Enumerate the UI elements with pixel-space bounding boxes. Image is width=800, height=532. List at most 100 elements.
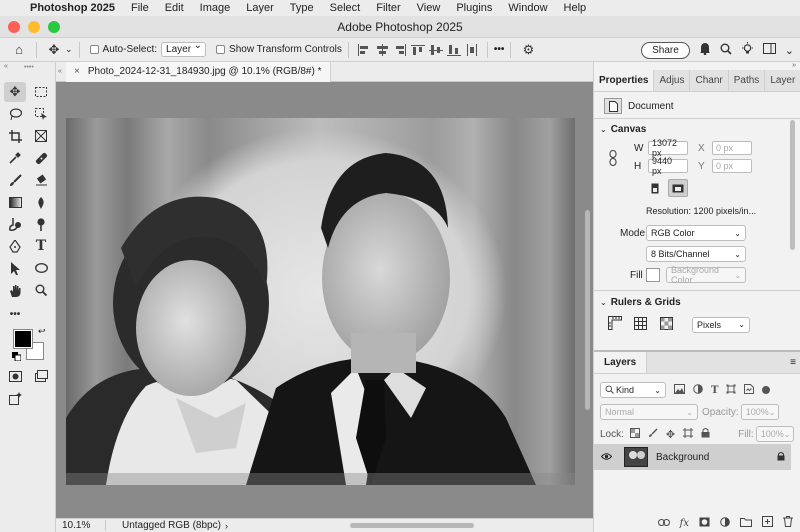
menu-app-name[interactable]: Photoshop 2025: [26, 2, 123, 14]
auto-select-dropdown[interactable]: Layer: [161, 40, 207, 57]
close-tab-icon[interactable]: ×: [74, 66, 80, 77]
blend-mode-dropdown[interactable]: Normal ⌄: [600, 404, 698, 420]
align-center-h-icon[interactable]: [373, 43, 391, 57]
move-tool-button[interactable]: ✥: [4, 82, 26, 102]
tab-layer-comps[interactable]: Layer: [765, 70, 800, 91]
chevron-down-icon[interactable]: ⌄: [600, 125, 607, 134]
fill-dropdown[interactable]: Background Color ⌄: [666, 265, 746, 285]
layer-name[interactable]: Background: [656, 452, 709, 463]
height-field[interactable]: 9440 px: [648, 156, 688, 176]
lock-all-icon[interactable]: [701, 427, 710, 441]
menu-layer[interactable]: Layer: [238, 2, 282, 14]
menu-help[interactable]: Help: [556, 2, 595, 14]
canvas-workspace[interactable]: [56, 82, 593, 518]
lasso-tool-button[interactable]: [4, 104, 26, 124]
x-field[interactable]: 0 px: [712, 141, 752, 155]
bell-icon[interactable]: [699, 42, 711, 58]
menu-filter[interactable]: Filter: [368, 2, 408, 14]
panels-collapse-icon[interactable]: »: [792, 62, 796, 69]
portrait-orientation-button[interactable]: [646, 180, 664, 196]
mode-dropdown[interactable]: RGB Color ⌄: [646, 225, 746, 241]
tabs-collapse-icon[interactable]: «: [58, 68, 66, 75]
brush-tool-button[interactable]: [4, 170, 26, 190]
search-icon[interactable]: [720, 43, 732, 58]
healing-brush-tool-button[interactable]: [30, 148, 52, 168]
zoom-window-button[interactable]: [48, 21, 60, 33]
lock-position-icon[interactable]: ✥: [666, 428, 675, 441]
crop-tool-button[interactable]: [4, 126, 26, 146]
grid-icon[interactable]: [634, 316, 658, 333]
move-tool-icon[interactable]: ✥: [43, 42, 65, 58]
tab-properties[interactable]: Properties: [594, 70, 655, 91]
close-window-button[interactable]: [8, 21, 20, 33]
link-layers-icon[interactable]: [657, 517, 670, 529]
object-selection-tool-button[interactable]: [30, 104, 52, 124]
type-tool-button[interactable]: T: [30, 236, 52, 256]
properties-scrollbar[interactable]: [790, 120, 795, 250]
adjustment-layer-icon[interactable]: [720, 516, 730, 530]
layer-kind-filter-dropdown[interactable]: Kind ⌄: [600, 382, 666, 398]
default-colors-icon[interactable]: [12, 352, 22, 364]
filter-smart-object-icon[interactable]: [744, 383, 755, 397]
menu-window[interactable]: Window: [500, 2, 555, 14]
generative-fill-icon[interactable]: [4, 388, 26, 408]
tab-channels[interactable]: Chanr: [690, 70, 729, 91]
delete-layer-icon[interactable]: [783, 516, 793, 530]
lock-image-icon[interactable]: [648, 428, 658, 441]
align-bottom-icon[interactable]: [445, 43, 463, 57]
menu-type[interactable]: Type: [282, 2, 322, 14]
pen-tool-button[interactable]: [4, 236, 26, 256]
width-field[interactable]: 13072 px: [648, 138, 688, 158]
layer-styles-icon[interactable]: fx: [680, 518, 689, 529]
chevron-down-icon[interactable]: ⌄: [600, 298, 607, 307]
transform-controls-checkbox[interactable]: [216, 45, 226, 54]
dodge-tool-button[interactable]: [30, 214, 52, 234]
pixel-grid-icon[interactable]: [660, 316, 684, 333]
bit-depth-dropdown[interactable]: 8 Bits/Channel ⌄: [646, 246, 746, 262]
burn-tool-button[interactable]: [4, 214, 26, 234]
canvas-horizontal-scrollbar[interactable]: [350, 523, 474, 528]
gradient-tool-button[interactable]: [4, 192, 26, 212]
panel-toggle-icon[interactable]: ⌄: [785, 44, 794, 57]
discover-lightbulb-icon[interactable]: [741, 42, 754, 58]
home-icon[interactable]: ⌂: [8, 42, 30, 57]
filter-toggle-icon[interactable]: [762, 386, 771, 394]
lock-transparent-icon[interactable]: [629, 427, 640, 441]
opacity-field[interactable]: 100% ⌄: [740, 404, 779, 420]
ellipse-tool-button[interactable]: [30, 258, 52, 278]
menu-plugins[interactable]: Plugins: [448, 2, 500, 14]
document-tab[interactable]: × Photo_2024-12-31_184930.jpg @ 10.1% (R…: [66, 61, 331, 82]
eyedropper-tool-button[interactable]: [4, 148, 26, 168]
workspace-icon[interactable]: [762, 42, 776, 58]
hand-tool-button[interactable]: [4, 280, 26, 300]
document-info[interactable]: Untagged RGB (8bpc): [106, 520, 221, 531]
more-options-button[interactable]: •••: [494, 44, 505, 55]
quick-mask-icon[interactable]: [4, 366, 26, 386]
ruler-units-dropdown[interactable]: Pixels ⌄: [692, 316, 750, 333]
auto-select-checkbox[interactable]: [89, 45, 99, 54]
path-selection-tool-button[interactable]: [4, 258, 26, 278]
filter-pixel-icon[interactable]: [674, 383, 685, 397]
landscape-orientation-button[interactable]: [668, 179, 688, 197]
align-middle-v-icon[interactable]: [427, 43, 445, 57]
layer-item-background[interactable]: Background: [594, 444, 791, 470]
filter-adjustment-icon[interactable]: [693, 383, 703, 397]
align-left-icon[interactable]: [355, 43, 373, 57]
y-field[interactable]: 0 px: [712, 159, 752, 173]
layers-panel-menu-icon[interactable]: ≡: [785, 352, 800, 373]
add-mask-icon[interactable]: [699, 517, 710, 530]
canvas-section-header[interactable]: ⌄ Canvas: [600, 124, 646, 135]
status-info-arrow-icon[interactable]: ›: [225, 521, 228, 531]
lock-artboard-icon[interactable]: [683, 427, 694, 441]
tab-paths[interactable]: Paths: [729, 70, 766, 91]
screen-mode-icon[interactable]: [30, 366, 52, 386]
zoom-tool-button[interactable]: [30, 280, 52, 300]
distribute-icon[interactable]: [463, 43, 481, 57]
zoom-level-field[interactable]: 10.1%: [56, 520, 106, 531]
layer-lock-icon[interactable]: [777, 451, 785, 464]
frame-tool-button[interactable]: [30, 126, 52, 146]
eye-icon[interactable]: [596, 452, 616, 463]
menu-edit[interactable]: Edit: [157, 2, 192, 14]
ruler-icon[interactable]: [608, 316, 628, 333]
smudge-tool-button[interactable]: [30, 192, 52, 212]
